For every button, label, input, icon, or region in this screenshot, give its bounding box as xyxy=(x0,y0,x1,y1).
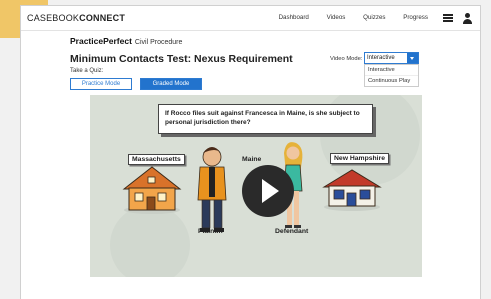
label-defendant: Defendant xyxy=(275,228,309,235)
video-mode-options: Interactive Continuous Play xyxy=(364,64,419,87)
label-new-hampshire: New Hampshire xyxy=(330,153,389,164)
breadcrumb-course[interactable]: Civil Procedure xyxy=(135,39,182,46)
video-mode-label: Video Mode: xyxy=(330,56,363,62)
logo-bold-text: CONNECT xyxy=(79,13,126,23)
question-card: If Rocco files suit against Francesca in… xyxy=(158,104,373,134)
main-nav: Dashboard Videos Quizzes Progress xyxy=(263,14,428,21)
play-icon[interactable] xyxy=(242,165,294,217)
label-massachusetts: Massachusetts xyxy=(128,154,185,165)
practice-mode-button[interactable]: Practice Mode xyxy=(70,78,132,90)
label-plaintiff: Plaintiff xyxy=(198,228,223,235)
hamburger-menu-icon[interactable] xyxy=(443,14,453,22)
nav-dashboard[interactable]: Dashboard xyxy=(279,14,309,21)
chevron-down-icon[interactable] xyxy=(407,53,418,63)
quiz-label: Take a Quiz: xyxy=(70,68,104,74)
video-mode-select[interactable]: Interactive xyxy=(364,52,419,64)
video-mode-selected: Interactive xyxy=(367,55,395,61)
nav-progress[interactable]: Progress xyxy=(403,14,428,21)
breadcrumb: PracticePerfect Civil Procedure xyxy=(70,36,182,46)
label-maine: Maine xyxy=(242,156,262,163)
video-player[interactable]: If Rocco files suit against Francesca in… xyxy=(90,95,422,277)
video-mode-option-interactive[interactable]: Interactive xyxy=(365,65,418,76)
video-mode-option-continuous[interactable]: Continuous Play xyxy=(365,76,418,86)
breadcrumb-product[interactable]: PracticePerfect xyxy=(70,36,132,46)
nav-videos[interactable]: Videos xyxy=(327,14,346,21)
nav-quizzes[interactable]: Quizzes xyxy=(363,14,385,21)
casebook-connect-logo[interactable]: CASEBOOKCONNECT xyxy=(27,13,125,23)
graded-mode-button[interactable]: Graded Mode xyxy=(140,78,202,90)
top-nav-bar: CASEBOOKCONNECT Dashboard Videos Quizzes… xyxy=(21,6,480,31)
logo-light-text: CASEBOOK xyxy=(27,13,80,23)
user-icon[interactable] xyxy=(462,13,472,24)
page-title: Minimum Contacts Test: Nexus Requirement xyxy=(70,53,293,65)
